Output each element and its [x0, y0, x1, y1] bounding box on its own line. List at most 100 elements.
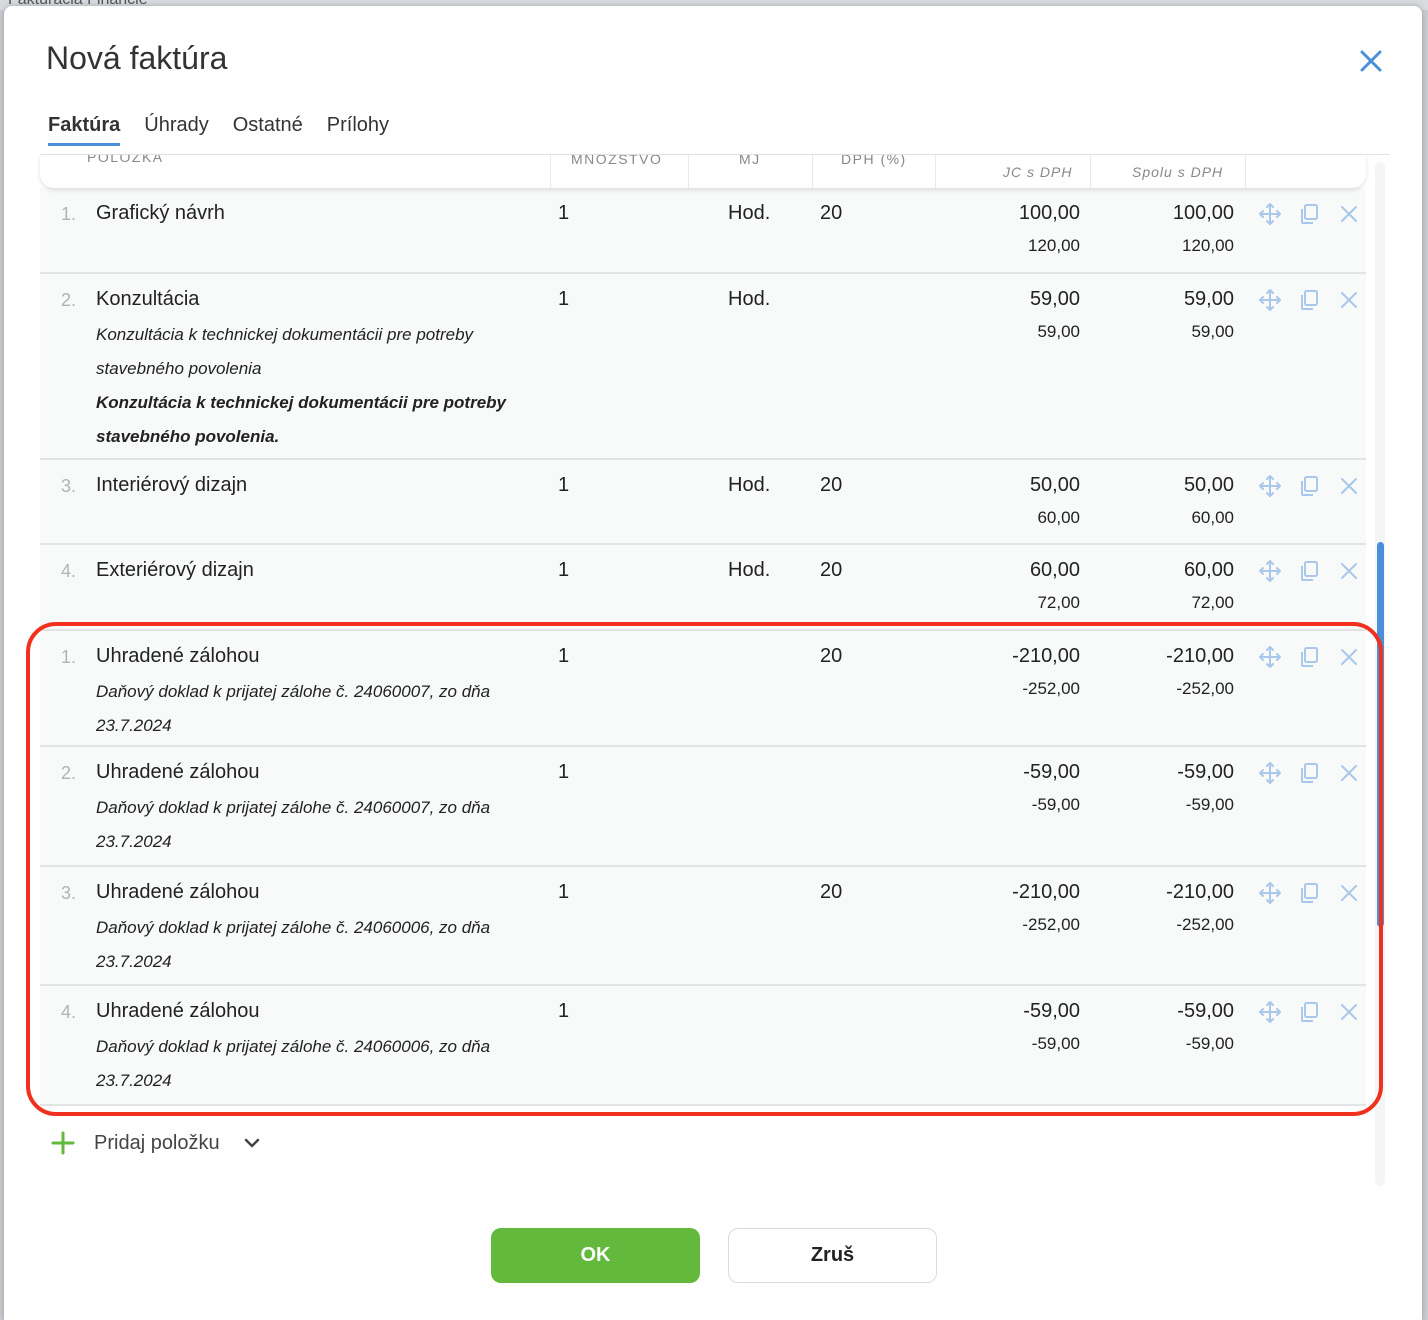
copy-icon[interactable]: [1298, 203, 1320, 225]
row-number: 4.: [61, 561, 77, 581]
table-row[interactable]: 1. Uhradené zálohou Daňový doklad k prijat…: [40, 631, 1366, 747]
item-unit: Hod.: [728, 474, 771, 496]
item-name: Uhradené zálohou: [96, 1000, 260, 1022]
delete-icon[interactable]: [1338, 289, 1360, 311]
row-number: 3.: [61, 476, 77, 496]
unit-price: 50,00: [1029, 474, 1080, 496]
close-icon: [1360, 50, 1382, 72]
tab-other[interactable]: Ostatné: [233, 114, 303, 146]
close-button[interactable]: [1356, 46, 1386, 76]
item-name: Konzultácia: [96, 288, 200, 310]
copy-icon[interactable]: [1298, 1001, 1320, 1023]
new-invoice-dialog: Nová faktúra Faktúra Úhrady Ostatné Prílohy…: [4, 6, 1422, 1320]
total-price-with-vat: 120,00: [1182, 236, 1234, 255]
item-note: Daňový doklad k prijatej zálohe č. 24060…: [96, 798, 491, 851]
table-row[interactable]: 4. Uhradené zálohou Daňový doklad k prijat…: [40, 986, 1366, 1106]
tab-attachments[interactable]: Prílohy: [327, 114, 389, 146]
header-unit: MJ: [739, 155, 761, 167]
copy-icon[interactable]: [1298, 882, 1320, 904]
move-icon[interactable]: [1259, 560, 1281, 582]
delete-icon[interactable]: [1338, 882, 1360, 904]
move-icon[interactable]: [1259, 762, 1281, 784]
item-name: Uhradené zálohou: [96, 761, 260, 783]
move-icon[interactable]: [1259, 289, 1281, 311]
total-price-with-vat: -252,00: [1176, 915, 1234, 934]
total-price-with-vat: -252,00: [1176, 679, 1234, 698]
item-note: Daňový doklad k prijatej zálohe č. 24060…: [96, 682, 491, 735]
item-note: Konzultácia k technickej dokumentácii pr…: [96, 393, 506, 446]
header-divider: [550, 155, 551, 188]
item-unit: Hod.: [728, 288, 771, 310]
tab-payments[interactable]: Úhrady: [144, 114, 208, 146]
delete-icon[interactable]: [1338, 203, 1360, 225]
header-quantity: MNOŽSTVO: [571, 155, 663, 167]
row-number: 2.: [61, 763, 77, 783]
item-quantity: 1: [558, 559, 570, 581]
table-row[interactable]: 3. Uhradené zálohou Daňový doklad k prijat…: [40, 867, 1366, 986]
ok-button[interactable]: OK: [491, 1228, 700, 1283]
header-total: Spolu s DPH: [1132, 164, 1224, 180]
chevron-down-icon[interactable]: [242, 1133, 262, 1153]
unit-price: 59,00: [1029, 288, 1080, 310]
item-vat: 20: [820, 474, 843, 496]
items-table-header: POLOŽKA MNOŽSTVO MJ DPH (%) JC s DPH Spo…: [40, 155, 1366, 188]
total-price: 59,00: [1183, 288, 1234, 310]
copy-icon[interactable]: [1298, 646, 1320, 668]
delete-icon[interactable]: [1338, 762, 1360, 784]
delete-icon[interactable]: [1338, 1001, 1360, 1023]
total-price-with-vat: -59,00: [1185, 795, 1234, 814]
row-number: 3.: [61, 883, 77, 903]
cancel-button[interactable]: Zruš: [728, 1228, 937, 1283]
unit-price-with-vat: -252,00: [1022, 679, 1080, 698]
unit-price-with-vat: 60,00: [1037, 508, 1080, 527]
delete-icon[interactable]: [1338, 560, 1360, 582]
row-number: 4.: [61, 1002, 77, 1022]
row-number: 2.: [61, 290, 77, 310]
total-price: -210,00: [1166, 645, 1234, 667]
item-vat: 20: [820, 645, 843, 667]
scrollbar-thumb[interactable]: [1377, 542, 1384, 927]
tab-invoice[interactable]: Faktúra: [48, 114, 121, 146]
add-item-button[interactable]: Pridaj položku: [50, 1130, 262, 1156]
copy-icon[interactable]: [1298, 762, 1320, 784]
item-vat: 20: [820, 559, 843, 581]
item-name: Uhradené zálohou: [96, 881, 260, 903]
item-quantity: 1: [558, 474, 570, 496]
item-name: Grafický návrh: [96, 202, 225, 224]
total-price: -210,00: [1166, 881, 1234, 903]
delete-icon[interactable]: [1338, 475, 1360, 497]
unit-price-with-vat: -252,00: [1022, 915, 1080, 934]
header-vat: DPH (%): [841, 155, 907, 167]
table-row[interactable]: 4. Exteriérový dizajn 1 Hod. 20 60,00 72,00 60,…: [40, 545, 1366, 631]
copy-icon[interactable]: [1298, 560, 1320, 582]
table-row[interactable]: 1. Grafický návrh 1 Hod. 20 100,00 120,00 100,0…: [40, 188, 1366, 274]
move-icon[interactable]: [1259, 1001, 1281, 1023]
copy-icon[interactable]: [1298, 289, 1320, 311]
move-icon[interactable]: [1259, 203, 1281, 225]
item-quantity: 1: [558, 761, 570, 783]
unit-price: -210,00: [1012, 881, 1080, 903]
delete-icon[interactable]: [1338, 646, 1360, 668]
copy-icon[interactable]: [1298, 475, 1320, 497]
item-note: Daňový doklad k prijatej zálohe č. 24060…: [96, 918, 491, 971]
total-price-with-vat: 59,00: [1191, 322, 1234, 341]
item-unit: Hod.: [728, 202, 771, 224]
table-row[interactable]: 2. Konzultácia Konzultácia k technickej do…: [40, 274, 1366, 460]
header-divider: [1245, 155, 1246, 188]
move-icon[interactable]: [1259, 475, 1281, 497]
table-row[interactable]: 2. Uhradené zálohou Daňový doklad k prijat…: [40, 747, 1366, 867]
header-unit-price: JC s DPH: [1003, 164, 1073, 180]
header-divider: [1090, 155, 1091, 188]
total-price: 100,00: [1172, 202, 1234, 224]
unit-price-with-vat: -59,00: [1031, 795, 1080, 814]
row-number: 1.: [61, 647, 77, 667]
table-row[interactable]: 3. Interiérový dizajn 1 Hod. 20 50,00 60,00 50,…: [40, 460, 1366, 545]
header-divider: [812, 155, 813, 188]
item-name: Interiérový dizajn: [96, 474, 248, 496]
move-icon[interactable]: [1259, 882, 1281, 904]
unit-price-with-vat: 120,00: [1028, 236, 1080, 255]
total-price: 60,00: [1183, 559, 1234, 581]
item-quantity: 1: [558, 645, 570, 667]
unit-price-with-vat: 72,00: [1037, 593, 1080, 612]
move-icon[interactable]: [1259, 646, 1281, 668]
